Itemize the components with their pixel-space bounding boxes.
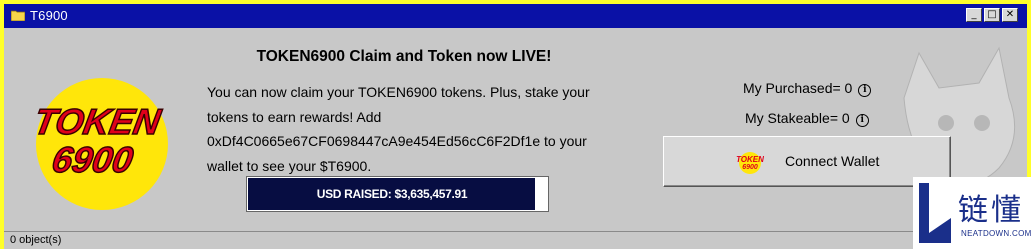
usd-raised-progress: USD RAISED: $3,635,457.91: [246, 176, 549, 212]
close-button[interactable]: ✕: [1002, 8, 1018, 22]
status-text: 0 object(s): [10, 234, 62, 246]
main-panel: TOKEN 6900 TOKEN6900 Claim and Token now…: [4, 28, 1027, 231]
maximize-icon: □: [987, 9, 997, 20]
info-icon[interactable]: i: [858, 84, 872, 97]
watermark-logo-icon: [919, 183, 951, 243]
my-stakeable: My Stakeable= 0 i: [745, 110, 869, 127]
close-icon: ✕: [1005, 9, 1015, 20]
my-stakeable-text: My Stakeable= 0: [745, 110, 850, 126]
watermark-text-zh: 链懂: [958, 193, 1024, 228]
folder-icon: [11, 10, 25, 21]
usd-raised-label: USD RAISED: $3,635,457.91: [316, 187, 468, 201]
minimize-icon: _: [971, 9, 977, 20]
token-logo: TOKEN 6900: [30, 78, 168, 210]
announcement-body: You can now claim your TOKEN6900 tokens.…: [207, 84, 590, 174]
title-bar[interactable]: T6900 _ □ ✕: [4, 4, 1027, 28]
connect-logo-token: TOKEN: [736, 155, 764, 164]
info-icon[interactable]: i: [855, 114, 869, 127]
connect-logo-6900: 6900: [742, 164, 758, 171]
my-purchased: My Purchased= 0 i: [743, 80, 872, 97]
my-purchased-text: My Purchased= 0: [743, 80, 853, 96]
site-watermark: 链懂 NEATDOWN.COM: [913, 177, 1031, 249]
status-bar: 0 object(s): [4, 231, 1027, 249]
window-title: T6900: [30, 8, 68, 23]
token-logo: TOKEN 6900: [736, 152, 764, 174]
connect-wallet-button[interactable]: TOKEN 6900 Connect Wallet: [663, 136, 951, 187]
logo-text-6900: 6900: [49, 139, 136, 180]
app-window: T6900 _ □ ✕ TOKEN 6900 TOKEN6900 Claim a…: [0, 0, 1031, 249]
watermark-text-en: NEATDOWN.COM: [961, 229, 1031, 238]
announcement-headline: TOKEN6900 Claim and Token now LIVE!: [256, 48, 552, 65]
maximize-button[interactable]: □: [984, 8, 1000, 22]
minimize-button[interactable]: _: [966, 8, 982, 22]
connect-wallet-label: Connect Wallet: [785, 153, 880, 169]
logo-text-token: TOKEN: [31, 101, 164, 142]
